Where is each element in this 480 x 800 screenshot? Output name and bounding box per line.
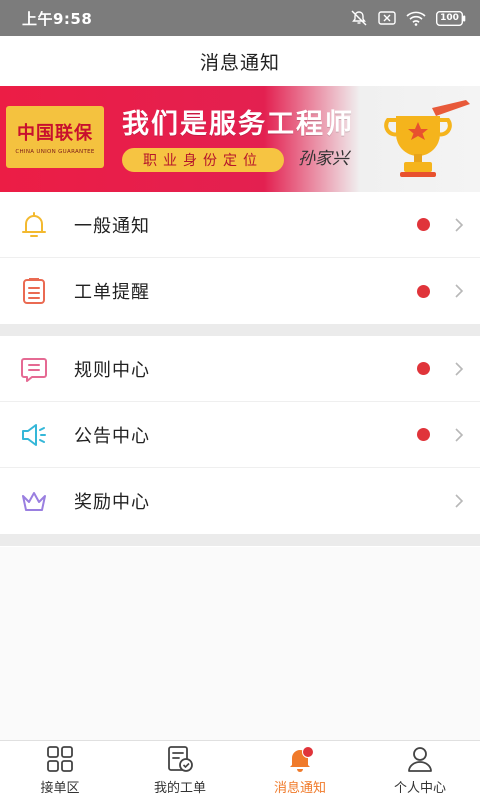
chevron-right-icon	[455, 284, 464, 298]
grid-icon	[45, 744, 75, 774]
logo-subtext: CHINA UNION GUARANTEE	[15, 149, 95, 155]
unread-dot	[417, 362, 430, 375]
menu-item-order-reminder[interactable]: 工单提醒	[0, 258, 480, 324]
status-time: 上午9:58	[22, 9, 93, 28]
tab-messages[interactable]: 消息通知	[240, 741, 360, 800]
clipboard-icon	[18, 275, 50, 307]
tab-my-orders[interactable]: 我的工单	[120, 741, 240, 800]
title-bar: 消息通知	[0, 36, 480, 86]
tab-profile[interactable]: 个人中心	[360, 741, 480, 800]
person-icon	[405, 744, 435, 774]
order-icon	[165, 744, 195, 774]
empty-content-area	[0, 547, 480, 740]
crown-icon	[18, 485, 50, 517]
tab-label: 消息通知	[273, 781, 326, 796]
logo-text: 中国联保	[17, 123, 93, 144]
unread-dot	[417, 218, 430, 231]
menu-item-announcement-center[interactable]: 公告中心	[0, 402, 480, 468]
menu-item-label: 一般通知	[74, 215, 150, 237]
page-title: 消息通知	[199, 51, 280, 74]
promo-banner[interactable]: 中国联保 CHINA UNION GUARANTEE 我们是服务工程师 职业身份…	[0, 86, 480, 192]
battery-level: 100	[440, 12, 459, 23]
trophy-icon	[384, 100, 470, 177]
unread-dot	[417, 428, 430, 441]
tab-label: 我的工单	[153, 781, 206, 796]
brand-logo: 中国联保 CHINA UNION GUARANTEE	[6, 106, 104, 168]
section-divider	[0, 534, 480, 546]
unread-badge	[302, 746, 314, 758]
banner-pill: 职业身份定位	[122, 148, 284, 172]
mute-icon	[350, 10, 368, 26]
wifi-icon	[406, 11, 426, 26]
chevron-right-icon	[455, 427, 464, 442]
menu-group-notifications: 一般通知 工单提醒	[0, 192, 480, 324]
menu-item-rules-center[interactable]: 规则中心	[0, 336, 480, 402]
chevron-right-icon	[455, 494, 464, 508]
unread-dot	[417, 284, 430, 298]
message-icon	[18, 353, 50, 385]
section-divider	[0, 324, 480, 336]
menu-group-centers: 规则中心 公告中心 奖励中心	[0, 336, 480, 534]
chevron-right-icon	[455, 217, 464, 232]
menu-item-label: 公告中心	[74, 425, 150, 447]
menu-item-label: 工单提醒	[74, 282, 150, 303]
battery-icon: 100	[436, 10, 466, 26]
status-bar: 上午9:58 100	[0, 0, 480, 36]
menu-item-label: 奖励中心	[74, 492, 150, 513]
tab-label: 个人中心	[393, 781, 446, 796]
menu-item-rewards-center[interactable]: 奖励中心	[0, 468, 480, 534]
speaker-icon	[18, 419, 50, 451]
banner-headline: 我们是服务工程师	[122, 109, 354, 140]
tab-label: 接单区	[40, 781, 80, 796]
status-icons: 100	[350, 10, 466, 26]
menu-item-label: 规则中心	[74, 359, 150, 381]
no-sim-icon	[378, 11, 396, 25]
tab-order-pool[interactable]: 接单区	[0, 741, 120, 800]
bottom-tab-bar: 接单区 我的工单 消息通知 个人中心	[0, 740, 480, 800]
bell-icon	[18, 209, 50, 241]
banner-signature: 孙家兴	[298, 149, 349, 169]
menu-item-general-notice[interactable]: 一般通知	[0, 192, 480, 258]
chevron-right-icon	[455, 361, 464, 376]
